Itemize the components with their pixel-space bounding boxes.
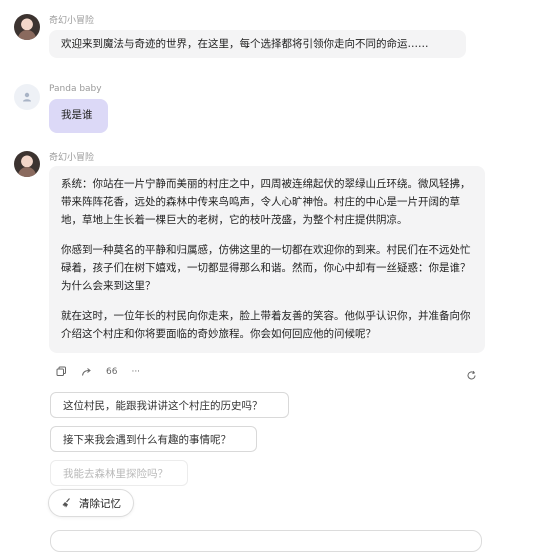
bot-name: 奇幻小冒险 bbox=[49, 16, 95, 26]
chat-input[interactable] bbox=[50, 530, 482, 552]
copy-button[interactable] bbox=[56, 366, 67, 377]
quote-button[interactable]: 66 bbox=[106, 367, 117, 377]
user-icon bbox=[23, 92, 31, 102]
story-paragraph-1: 系统：你站在一片宁静而美丽的村庄之中，四周被连绵起伏的翠绿山丘环绕。微风轻拂，带… bbox=[61, 178, 471, 226]
more-button[interactable]: ··· bbox=[131, 367, 140, 377]
share-icon bbox=[82, 368, 91, 376]
bot-message-bubble: 系统：你站在一片宁静而美丽的村庄之中，四周被连绵起伏的翠绿山丘环绕。微风轻拂，带… bbox=[49, 166, 485, 353]
bot-avatar bbox=[14, 14, 40, 40]
bot-message-text: 欢迎来到魔法与奇迹的世界，在这里，每个选择都将引领你走向不同的命运…… bbox=[61, 38, 429, 50]
share-button[interactable] bbox=[81, 366, 92, 377]
copy-icon bbox=[56, 366, 66, 376]
bot-name: 奇幻小冒险 bbox=[49, 153, 95, 163]
regenerate-button[interactable] bbox=[466, 366, 477, 385]
suggestion-1[interactable]: 这位村民，能跟我讲讲这个村庄的历史吗？ bbox=[50, 392, 289, 418]
bot-message-bubble: 欢迎来到魔法与奇迹的世界，在这里，每个选择都将引领你走向不同的命运…… bbox=[49, 30, 466, 58]
broom-icon bbox=[62, 498, 70, 508]
user-message-text: 我是谁 bbox=[61, 109, 93, 121]
message-toolbar: 66 ··· bbox=[56, 366, 140, 377]
bot-avatar bbox=[14, 151, 40, 177]
clear-memory-button[interactable]: 清除记忆 bbox=[48, 489, 134, 517]
suggestion-2[interactable]: 接下来我会遇到什么有趣的事情呢？ bbox=[50, 426, 257, 452]
user-avatar bbox=[14, 84, 40, 110]
user-name: Panda baby bbox=[49, 84, 102, 94]
refresh-icon bbox=[467, 370, 476, 380]
clear-memory-label: 清除记忆 bbox=[79, 497, 121, 510]
suggestion-3[interactable]: 我能去森林里探险吗？ bbox=[50, 460, 188, 486]
user-message-bubble: 我是谁 bbox=[49, 99, 108, 133]
story-paragraph-3: 就在这时，一位年长的村民向你走来，脸上带着友善的笑容。他似乎认识你，并准备向你介… bbox=[61, 310, 471, 340]
story-paragraph-2: 你感到一种莫名的平静和归属感，仿佛这里的一切都在欢迎你的到来。村民们在不远处忙碌… bbox=[61, 244, 471, 292]
